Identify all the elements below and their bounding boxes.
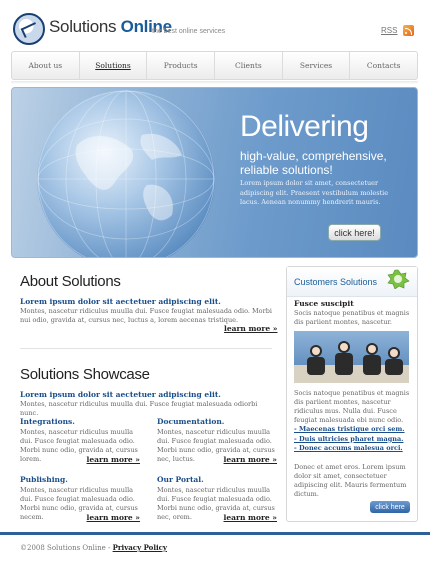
about-title: About Solutions [20,273,121,290]
showcase-lead: Lorem ipsum dolor sit aectetuer adipisci… [20,390,221,399]
business-meeting-photo [294,331,409,383]
sidebar-title: Customers Solutions [294,277,378,287]
sidebar-text-3: Donec et amet eros. Lorem ipsum dolor si… [294,463,407,498]
showcase-card-integrations: Integrations. Montes, nascetur ridiculus… [20,417,140,464]
sidebar-link[interactable]: Maecenas tristique orci sem. [294,425,414,435]
about-lead: Lorem ipsum dolor sit aectetuer adipisci… [20,297,221,306]
banner-text: Lorem ipsum dolor sit amet, consectetuer… [240,179,389,206]
showcase-title: Solutions Showcase [20,366,150,383]
main-nav: About us Solutions Products Clients Serv… [11,51,418,80]
logo-icon[interactable] [13,13,45,45]
showcase-card-publishing: Publishing. Montes, nascetur ridiculus m… [20,475,140,522]
sidebar-text-2: Socis natoque penatibus et magnis dis pa… [294,389,410,424]
sidebar-link-list: Maecenas tristique orci sem. Duis ultric… [294,425,414,454]
banner-title: Delivering [240,110,369,143]
rss-link[interactable]: RSS [381,26,397,35]
card-title: Documentation. [157,417,225,426]
showcase-title-bold: Solutions [20,366,80,383]
card-title: Our Portal. [157,475,204,484]
showcase-card-documentation: Documentation. Montes, nascetur ridiculu… [157,417,277,464]
card-title: Integrations. [20,417,75,426]
card-title: Publishing. [20,475,68,484]
nav-item-about-us[interactable]: About us [12,52,80,79]
banner-subtitle: high-value, comprehensive, reliable solu… [240,149,387,177]
nav-shadow [11,81,418,84]
privacy-policy-link[interactable]: Privacy Policy [113,543,167,552]
showcase-title-rest: Showcase [79,366,150,383]
footer: ©2008 Solutions Online - Privacy Policy [20,543,167,552]
showcase-text: Montes, nascetur ridiculus muulla dui. F… [20,400,258,417]
card-learn-more-link[interactable]: learn more » [224,455,277,464]
sidebar-click-here-button[interactable]: click here [370,501,410,513]
logo-text-part1: Solutions [49,17,121,36]
globe-grid-icon [37,90,215,257]
copyright-text: ©2008 Solutions Online - [20,544,113,552]
about-title-bold: About [20,273,58,290]
nav-item-clients[interactable]: Clients [215,52,283,79]
footer-bar [0,532,430,535]
banner-click-button[interactable]: click here! [328,224,381,241]
about-title-rest: Solutions [57,273,121,290]
nav-item-solutions[interactable]: Solutions [80,52,148,79]
showcase-card-our-portal: Our Portal. Montes, nascetur ridiculus m… [157,475,277,522]
nav-item-products[interactable]: Products [147,52,216,79]
globe-image [37,90,215,257]
about-text: Montes, nascetur ridiculus muulla dui. F… [20,307,272,324]
nav-item-contacts[interactable]: Contacts [350,52,417,79]
nav-item-services[interactable]: Services [283,52,351,79]
rss-icon[interactable] [403,25,414,36]
sidebar-subtitle: Fusce suscipit [294,299,354,308]
about-learn-more-link[interactable]: learn more » [224,324,277,333]
divider [20,348,272,349]
meeting-people-icon [294,341,409,383]
sidebar-text: Socis natoque penatibus et magnis dis pa… [294,309,410,326]
award-badge-icon [387,269,410,289]
tagline: the best online services [152,28,226,35]
card-learn-more-link[interactable]: learn more » [87,513,140,522]
card-learn-more-link[interactable]: learn more » [87,455,140,464]
card-learn-more-link[interactable]: learn more » [224,513,277,522]
sidebar-link[interactable]: Duis ultricies pharet magna. [294,435,414,445]
sidebar-link[interactable]: Donec accums malesua orci. [294,444,414,454]
